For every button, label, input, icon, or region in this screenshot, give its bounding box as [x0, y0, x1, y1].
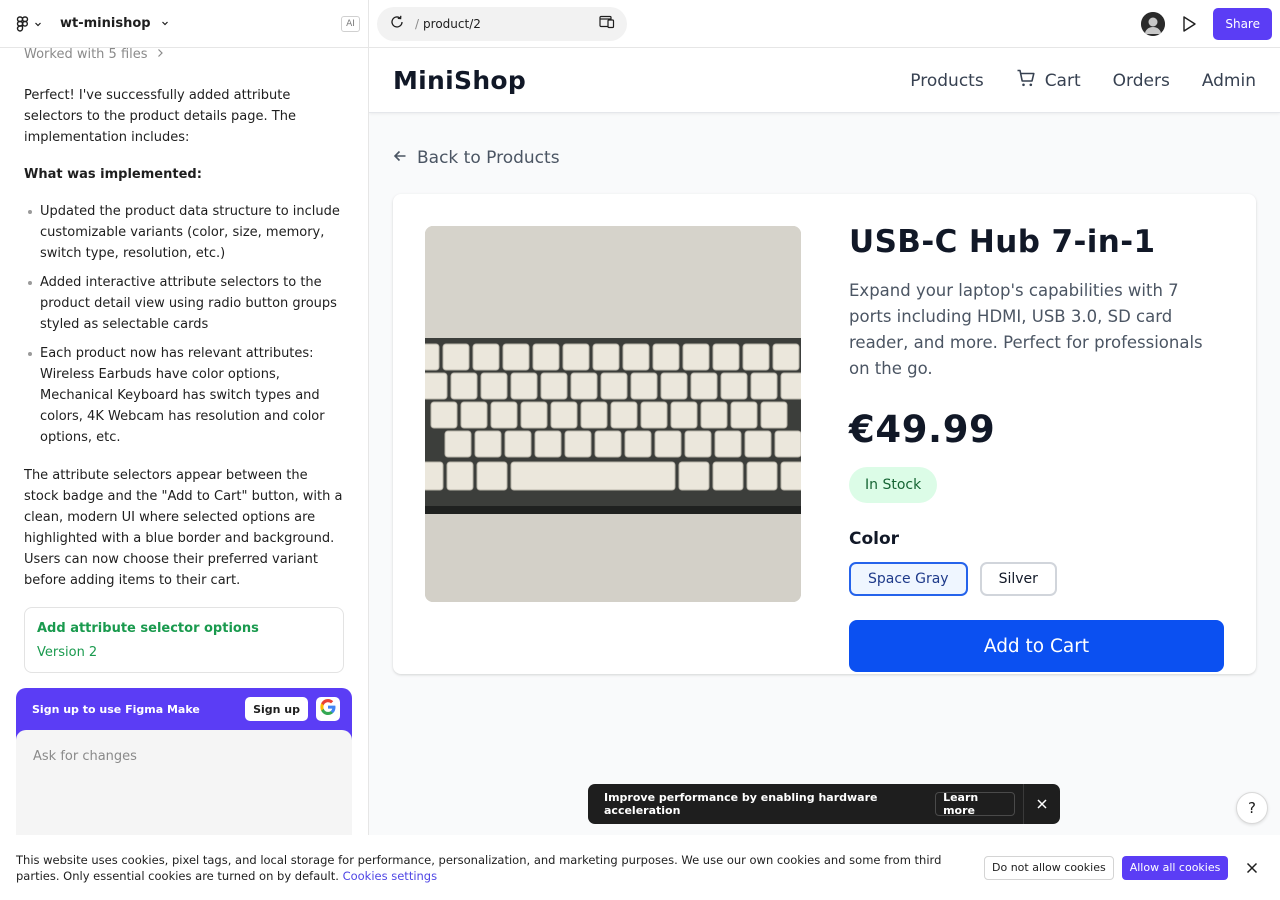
- product-image: [425, 226, 801, 602]
- chat-bullet-list: Updated the product data structure to in…: [24, 201, 344, 448]
- option-space-gray[interactable]: Space Gray: [849, 562, 968, 596]
- figma-logo-icon: [16, 15, 30, 32]
- list-item: Each product now has relevant attributes…: [28, 343, 344, 448]
- allow-cookies-button[interactable]: Allow all cookies: [1121, 855, 1229, 880]
- product-info: USB-C Hub 7-in-1 Expand your laptop's ca…: [849, 222, 1224, 672]
- nav-cart-label: Cart: [1044, 70, 1081, 91]
- product-description: Expand your laptop's capabilities with 7…: [849, 281, 1203, 378]
- project-name: wt-minishop: [60, 16, 151, 31]
- nav-orders[interactable]: Orders: [1113, 71, 1170, 91]
- preview-toolbar: / product/2 Share: [369, 0, 1280, 48]
- nav-products[interactable]: Products: [910, 71, 983, 91]
- cookie-banner: This website uses cookies, pixel tags, a…: [0, 835, 1280, 900]
- version-title: Add attribute selector options: [37, 621, 259, 636]
- shop-nav: Products Cart Orders Admin: [910, 68, 1256, 93]
- refresh-icon[interactable]: [389, 14, 405, 33]
- share-button[interactable]: Share: [1213, 7, 1272, 40]
- url-bar[interactable]: / product/2: [377, 6, 627, 41]
- cookies-settings-link[interactable]: Cookies settings: [343, 869, 438, 883]
- chat-intro: Perfect! I've successfully added attribu…: [24, 88, 296, 145]
- cookie-message: This website uses cookies, pixel tags, a…: [16, 852, 942, 883]
- learn-more-button[interactable]: Learn more: [935, 791, 1016, 817]
- shop-header: MiniShop Products Cart Orders Admin: [369, 49, 1280, 113]
- play-icon[interactable]: [1180, 15, 1198, 33]
- help-button[interactable]: ?: [1236, 792, 1268, 824]
- url-path: product/2: [423, 16, 481, 31]
- editor-header: wt-minishop AI: [0, 0, 368, 48]
- cookie-text: This website uses cookies, pixel tags, a…: [16, 852, 976, 884]
- chat-panel: wt-minishop AI Worked with 5 files Perfe…: [0, 0, 369, 900]
- chevron-down-icon: [161, 16, 169, 31]
- list-item: Added interactive attribute selectors to…: [28, 272, 344, 335]
- chat-outro: The attribute selectors appear between t…: [24, 468, 343, 588]
- ask-input[interactable]: Ask for changes: [16, 730, 352, 848]
- chat-thread: Worked with 5 files Perfect! I've succes…: [0, 46, 368, 591]
- arrow-left-icon: [393, 148, 407, 168]
- close-icon[interactable]: [1024, 784, 1060, 824]
- signup-button[interactable]: Sign up: [245, 697, 308, 721]
- app-preview: MiniShop Products Cart Orders Admin Back…: [369, 49, 1280, 835]
- worked-with-files[interactable]: Worked with 5 files: [24, 46, 344, 62]
- project-name-dropdown[interactable]: wt-minishop: [60, 16, 169, 31]
- product-price: €49.99: [849, 408, 996, 451]
- deny-cookies-button[interactable]: Do not allow cookies: [984, 855, 1114, 880]
- product-card: USB-C Hub 7-in-1 Expand your laptop's ca…: [393, 194, 1256, 674]
- nav-admin[interactable]: Admin: [1202, 71, 1256, 91]
- color-options: Space Gray Silver: [849, 562, 1224, 596]
- back-to-products-link[interactable]: Back to Products: [393, 148, 560, 168]
- product-title: USB-C Hub 7-in-1: [849, 224, 1156, 260]
- close-icon[interactable]: [1244, 860, 1260, 876]
- back-label: Back to Products: [417, 148, 560, 168]
- url-separator: /: [415, 16, 420, 31]
- shop-logo[interactable]: MiniShop: [393, 66, 526, 95]
- cart-icon: [1016, 68, 1036, 93]
- stock-badge: In Stock: [849, 467, 938, 503]
- list-item: Updated the product data structure to in…: [28, 201, 344, 264]
- google-icon: [319, 698, 337, 720]
- version-card[interactable]: Add attribute selector options Version 2: [24, 607, 344, 673]
- google-signin-button[interactable]: [316, 697, 340, 721]
- device-preview-icon[interactable]: [599, 15, 615, 32]
- chat-heading: What was implemented:: [24, 167, 202, 182]
- worked-with-label: Worked with 5 files: [24, 46, 148, 62]
- figma-menu-button[interactable]: [16, 15, 42, 32]
- version-label: Version 2: [37, 645, 98, 660]
- signup-row: Sign up to use Figma Make Sign up: [16, 688, 352, 730]
- option-silver[interactable]: Silver: [979, 562, 1057, 596]
- chevron-down-icon: [34, 20, 42, 28]
- chevron-right-icon: [156, 47, 164, 62]
- attribute-label: Color: [849, 529, 900, 549]
- toast-message: Improve performance by enabling hardware…: [604, 791, 878, 817]
- nav-cart[interactable]: Cart: [1016, 68, 1081, 93]
- signup-label: Sign up to use Figma Make: [32, 702, 200, 716]
- add-to-cart-button[interactable]: Add to Cart: [849, 620, 1224, 672]
- hardware-acceleration-toast: Improve performance by enabling hardware…: [588, 784, 1060, 824]
- app-root: wt-minishop AI Worked with 5 files Perfe…: [0, 0, 1280, 900]
- ai-badge[interactable]: AI: [341, 15, 360, 32]
- signup-prompt: Sign up to use Figma Make Sign up Ask fo…: [16, 688, 352, 848]
- user-avatar[interactable]: [1141, 11, 1166, 36]
